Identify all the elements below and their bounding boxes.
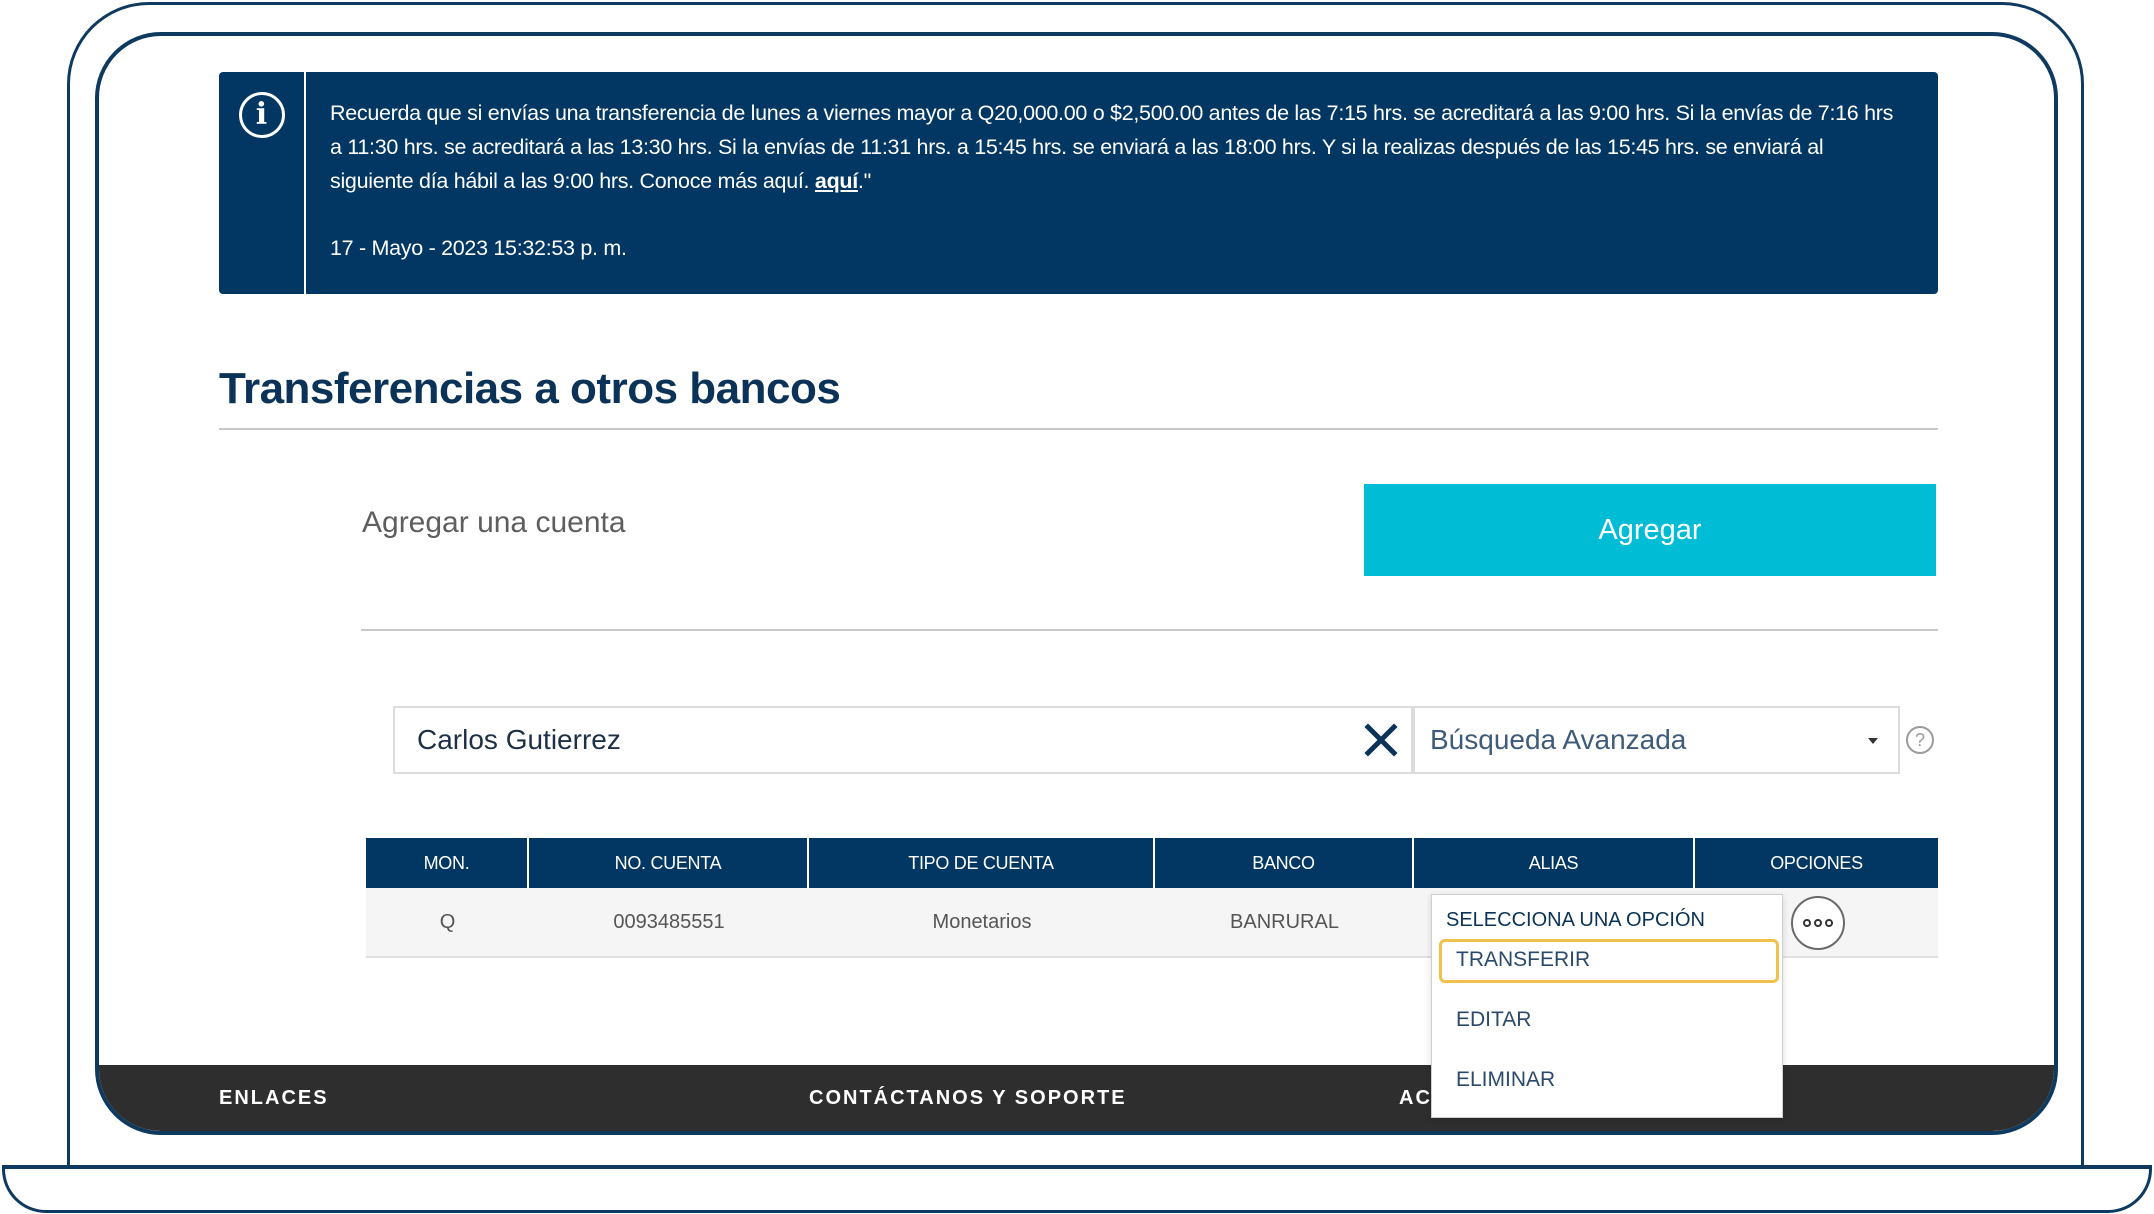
notice-icon-column: i bbox=[219, 72, 306, 294]
row-options-menu: SELECCIONA UNA OPCIÓN TRANSFERIR EDITAR … bbox=[1431, 894, 1783, 1118]
notice-text: Recuerda que si envías una transferencia… bbox=[306, 72, 1938, 294]
chevron-down-icon bbox=[1868, 738, 1878, 744]
column-header-account-number: NO. CUENTA bbox=[529, 838, 809, 888]
help-icon[interactable]: ? bbox=[1906, 726, 1934, 754]
more-dots-icon bbox=[1825, 919, 1833, 927]
page-title: Transferencias a otros bancos bbox=[219, 364, 841, 413]
info-icon: i bbox=[238, 92, 285, 138]
notice-date: 17 - Mayo - 2023 15:32:53 p. m. bbox=[330, 236, 627, 260]
laptop-base bbox=[2, 1165, 2152, 1213]
add-account-divider bbox=[361, 629, 1938, 631]
column-header-bank: BANCO bbox=[1155, 838, 1414, 888]
option-edit[interactable]: EDITAR bbox=[1456, 1008, 1531, 1032]
notice-link[interactable]: aquí bbox=[815, 169, 858, 193]
options-menu-header: SELECCIONA UNA OPCIÓN bbox=[1446, 909, 1705, 931]
footer-heading-links: ENLACES bbox=[219, 1087, 329, 1109]
transfer-notice-banner: i Recuerda que si envías una transferenc… bbox=[219, 72, 1938, 294]
more-dots-icon bbox=[1814, 919, 1822, 927]
browser-screen: i Recuerda que si envías una transferenc… bbox=[95, 32, 2058, 1135]
notice-suffix: ." bbox=[857, 169, 871, 193]
title-divider bbox=[219, 428, 1938, 430]
add-account-button[interactable]: Agregar bbox=[1364, 484, 1936, 576]
more-dots-icon bbox=[1803, 919, 1811, 927]
close-icon[interactable] bbox=[1351, 708, 1411, 772]
option-transfer[interactable]: TRANSFERIR bbox=[1456, 948, 1590, 972]
cell-account-number: 0093485551 bbox=[613, 910, 725, 933]
column-header-account-type: TIPO DE CUENTA bbox=[809, 838, 1155, 888]
footer-heading-account: AC bbox=[1399, 1087, 1432, 1109]
row-options-button[interactable] bbox=[1791, 896, 1845, 950]
cell-bank: BANRURAL bbox=[1230, 910, 1339, 933]
cell-currency: Q bbox=[439, 910, 456, 933]
column-header-options: OPCIONES bbox=[1770, 852, 1863, 873]
notice-message: Recuerda que si envías una transferencia… bbox=[330, 101, 1894, 193]
accounts-table-header: MON. NO. CUENTA TIPO DE CUENTA BANCO ALI… bbox=[366, 838, 1938, 888]
search-box bbox=[393, 706, 1413, 774]
advanced-search-label: Búsqueda Avanzada bbox=[1430, 724, 1687, 755]
column-header-currency: MON. bbox=[366, 838, 529, 888]
add-account-label: Agregar una cuenta bbox=[362, 506, 626, 539]
search-input[interactable] bbox=[395, 708, 1351, 772]
footer-heading-contact: CONTÁCTANOS Y SOPORTE bbox=[809, 1087, 1127, 1109]
advanced-search-select[interactable]: Búsqueda Avanzada bbox=[1413, 706, 1900, 774]
cell-account-type: Monetarios bbox=[932, 910, 1032, 933]
column-header-alias: ALIAS bbox=[1414, 838, 1695, 888]
option-delete[interactable]: ELIMINAR bbox=[1456, 1068, 1555, 1092]
